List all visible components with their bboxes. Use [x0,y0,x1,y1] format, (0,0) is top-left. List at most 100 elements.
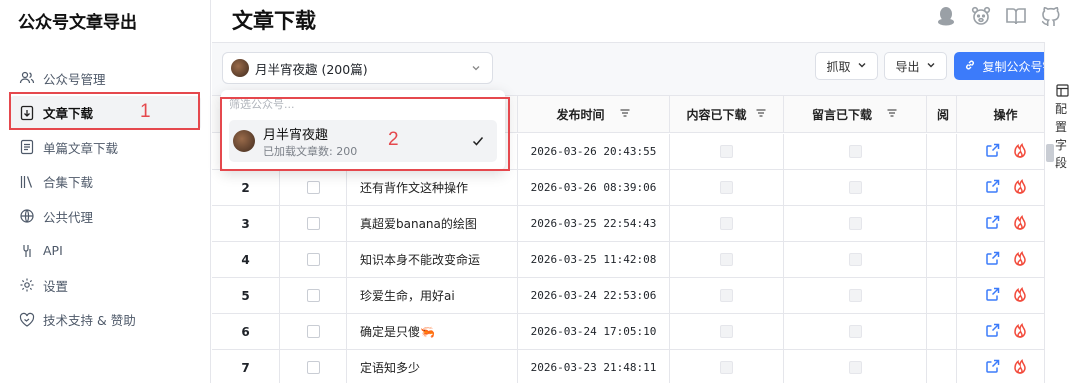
page-header: 文章下载 [212,0,1080,42]
open-link-icon[interactable] [985,214,1001,233]
row-select-cell [280,206,347,241]
row-index: 6 [212,314,280,349]
export-button[interactable]: 导出 [884,52,947,80]
filter-icon[interactable] [755,107,767,122]
row-actions [957,206,1055,241]
row-read-cell [927,170,957,205]
row-select-cell [280,350,347,383]
annotation-box-1 [9,92,200,130]
row-publish-time: 2026-03-26 20:43:55 [518,134,670,169]
row-actions [957,134,1055,169]
brand-title: 公众号文章导出 [18,13,137,33]
row-content-downloaded [670,314,784,349]
comment-downloaded-checkbox [848,217,862,230]
table-row: 2 还有背作文这种操作 2026-03-26 08:39:06 [212,170,1055,206]
header-comment-downloaded[interactable]: 留言已下载 [784,96,927,133]
chevron-down-icon [470,62,482,77]
row-index: 3 [212,206,280,241]
sidebar-item-label: API [43,243,63,259]
fire-icon[interactable] [1013,322,1027,341]
sidebar-item-settings[interactable]: 设置 [0,268,211,303]
row-actions [957,170,1055,205]
comment-downloaded-checkbox [848,325,862,338]
qq-penguin-icon[interactable] [935,5,957,27]
bear-icon[interactable] [970,5,992,27]
page-title: 文章下载 [232,9,316,33]
row-read-cell [927,134,957,169]
sidebar-item-public-proxy[interactable]: 公共代理 [0,199,211,234]
row-publish-time: 2026-03-25 22:54:43 [518,206,670,241]
fire-icon[interactable] [1013,214,1027,233]
scrollbar-thumb[interactable] [1046,144,1054,162]
open-link-icon[interactable] [985,142,1001,161]
row-content-downloaded [670,278,784,313]
row-select-cell [280,242,347,277]
fire-icon[interactable] [1013,250,1027,269]
row-comment-downloaded [784,314,927,349]
open-link-icon[interactable] [985,286,1001,305]
row-comment-downloaded [784,242,927,277]
sidebar-item-label: 合集下载 [43,175,94,191]
open-link-icon[interactable] [985,178,1001,197]
avatar [231,59,249,77]
row-title: 定语知多少 [347,350,518,383]
sidebar-item-api[interactable]: API [0,234,211,269]
header-publish-time[interactable]: 发布时间 [518,96,670,133]
export-button-label: 导出 [895,59,920,74]
columns-icon [1056,82,1069,101]
account-select[interactable]: 月半宵夜趣 (200篇) [222,52,493,84]
fetch-button[interactable]: 抓取 [815,52,878,80]
comment-downloaded-checkbox [848,289,862,302]
fire-icon[interactable] [1013,286,1027,305]
row-comment-downloaded [784,134,927,169]
sidebar-item-support[interactable]: 技术支持 & 赞助 [0,303,211,338]
row-title: 还有背作文这种操作 [347,170,518,205]
comment-downloaded-checkbox [848,253,862,266]
row-actions [957,350,1055,383]
row-publish-time: 2026-03-24 22:53:06 [518,278,670,313]
row-index: 4 [212,242,280,277]
content-downloaded-checkbox [720,325,733,338]
link-icon [964,59,976,74]
fire-icon[interactable] [1013,358,1027,377]
fire-icon[interactable] [1013,178,1027,197]
annotation-number-2: 2 [388,129,399,150]
open-link-icon[interactable] [985,250,1001,269]
api-icon [19,243,35,259]
row-comment-downloaded [784,350,927,383]
row-comment-downloaded [784,206,927,241]
open-link-icon[interactable] [985,358,1001,377]
filter-icon[interactable] [619,107,631,122]
comment-downloaded-checkbox [848,361,862,374]
header-content-downloaded[interactable]: 内容已下载 [670,96,784,133]
github-icon[interactable] [1040,5,1062,27]
row-checkbox[interactable] [306,325,320,338]
row-comment-downloaded [784,278,927,313]
book-icon[interactable] [1005,5,1027,27]
row-title: 珍爱生命，用好ai [347,278,518,313]
row-title: 确定是只傻🦐 [347,314,518,349]
fire-icon[interactable] [1013,142,1027,161]
row-content-downloaded [670,242,784,277]
row-checkbox[interactable] [306,181,320,194]
row-checkbox[interactable] [306,289,320,302]
open-link-icon[interactable] [985,322,1001,341]
app-root: 公众号文章导出 公众号管理 文章下载 单篇文章下载 合集下载 公共代理 API … [0,0,1080,383]
row-actions [957,278,1055,313]
header-publish-time-label: 发布时间 [556,108,605,122]
filter-icon[interactable] [886,107,898,122]
row-publish-time: 2026-03-26 08:39:06 [518,170,670,205]
row-publish-time: 2026-03-23 21:48:11 [518,350,670,383]
sidebar-item-accounts[interactable]: 公众号管理 [0,61,211,96]
row-checkbox[interactable] [306,253,320,266]
row-checkbox[interactable] [306,361,320,374]
row-checkbox[interactable] [306,217,320,230]
row-content-downloaded [670,134,784,169]
row-read-cell [927,350,957,383]
sidebar-item-single-download[interactable]: 单篇文章下载 [0,130,211,165]
scrollbar[interactable] [1044,130,1056,383]
sidebar-item-collection-download[interactable]: 合集下载 [0,165,211,200]
header-read: 阅 [927,96,957,133]
row-select-cell [280,278,347,313]
sidebar-item-label: 公众号管理 [43,71,106,87]
